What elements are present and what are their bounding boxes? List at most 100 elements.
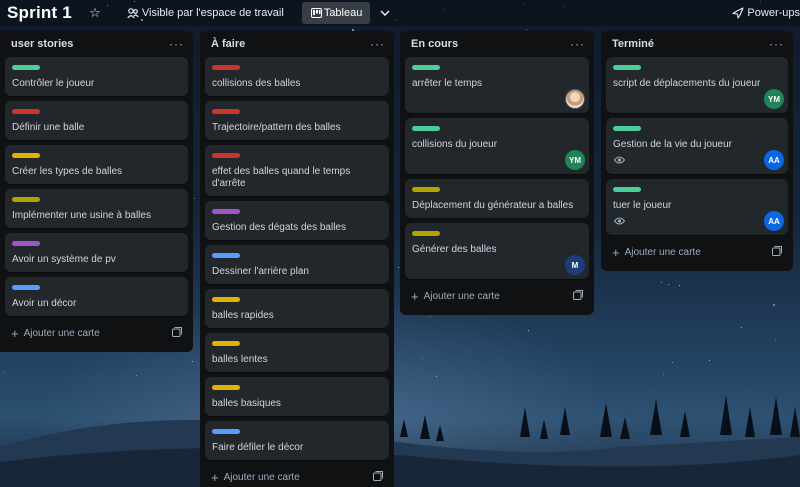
card[interactable]: Créer les types de balles — [5, 145, 188, 184]
card-label — [412, 126, 440, 131]
card-title: collisions du joueur — [412, 139, 498, 150]
card[interactable]: Dessiner l'arrière plan — [205, 245, 389, 284]
board-view-icon — [310, 2, 324, 24]
card[interactable]: collisions des balles — [205, 57, 389, 96]
add-card-row: + Ajouter une carte — [405, 283, 589, 309]
card[interactable]: Avoir un décor — [5, 277, 188, 316]
add-card-button[interactable]: + Ajouter une carte — [11, 326, 100, 341]
board-title[interactable]: Sprint 1 — [7, 3, 72, 23]
card-template-icon[interactable] — [373, 470, 383, 484]
more-options-icon[interactable]: ··· — [570, 38, 585, 50]
visibility-button[interactable]: Visible par l'espace de travail — [124, 2, 284, 24]
card[interactable]: balles basiques — [205, 377, 389, 416]
card-title: balles rapides — [212, 310, 274, 321]
card-list: script de déplacements du joueur YM Gest… — [606, 57, 788, 235]
add-card-row: + Ajouter une carte — [606, 239, 788, 265]
card[interactable]: Générer des balles M — [405, 223, 589, 279]
card[interactable]: script de déplacements du joueur YM — [606, 57, 788, 113]
card[interactable]: Trajectoire/pattern des balles — [205, 101, 389, 140]
card[interactable]: collisions du joueur YM — [405, 118, 589, 174]
list-title[interactable]: En cours — [411, 38, 458, 50]
list-header: user stories ··· — [5, 31, 188, 57]
list-header: Terminé ··· — [606, 31, 788, 57]
chevron-down-icon[interactable] — [376, 2, 394, 24]
card-label — [212, 209, 240, 214]
add-card-button[interactable]: + Ajouter une carte — [612, 245, 701, 260]
plus-icon: + — [11, 325, 19, 341]
card-title: Dessiner l'arrière plan — [212, 266, 309, 277]
avatar-photo[interactable] — [565, 89, 585, 109]
card-list: arrêter le temps collisions du joueur YM… — [405, 57, 589, 279]
card[interactable]: Gestion des dégats des balles — [205, 201, 389, 240]
list-title[interactable]: Terminé — [612, 38, 654, 50]
star-outline-icon[interactable]: ☆ — [84, 2, 106, 24]
avatar[interactable]: AA — [764, 150, 784, 170]
card-label — [412, 65, 440, 70]
card[interactable]: Contrôler le joueur — [5, 57, 188, 96]
list-title[interactable]: user stories — [11, 38, 73, 50]
card-title: Faire défiler le décor — [212, 442, 304, 453]
card-label — [412, 187, 440, 192]
card[interactable]: Gestion de la vie du joueur AA — [606, 118, 788, 174]
card-title: balles lentes — [212, 354, 268, 365]
more-options-icon[interactable]: ··· — [370, 38, 385, 50]
card-label — [212, 153, 240, 158]
card-title: Avoir un décor — [12, 298, 77, 309]
board-view-button[interactable]: Tableau — [301, 2, 371, 24]
card[interactable]: Définir une balle — [5, 101, 188, 140]
card-template-icon[interactable] — [172, 326, 182, 340]
card-title: balles basiques — [212, 398, 281, 409]
card[interactable]: balles lentes — [205, 333, 389, 372]
card-label — [12, 197, 40, 202]
card-label — [12, 153, 40, 158]
card-title: Gestion de la vie du joueur — [613, 139, 732, 150]
more-options-icon[interactable]: ··· — [769, 38, 784, 50]
avatar[interactable]: AA — [764, 211, 784, 231]
card-label — [212, 297, 240, 302]
card[interactable]: effet des balles quand le temps d'arrête — [205, 145, 389, 196]
card-label — [613, 65, 641, 70]
list-title[interactable]: À faire — [211, 38, 245, 50]
card-template-icon[interactable] — [772, 245, 782, 259]
list-user-stories: user stories ··· Contrôler le joueur Déf… — [0, 31, 193, 352]
card-label — [412, 231, 440, 236]
card-title: tuer le joueur — [613, 200, 672, 211]
board-header: Sprint 1 ☆ Visible par l'espace de trava… — [0, 0, 800, 26]
add-card-row: + Ajouter une carte — [5, 320, 188, 346]
card-template-icon[interactable] — [573, 289, 583, 303]
card-title: Générer des balles — [412, 244, 497, 255]
card[interactable]: tuer le joueur AA — [606, 179, 788, 235]
powerups-button[interactable]: Power-ups — [729, 2, 800, 24]
card-title: Implémenter une usine à balles — [12, 210, 151, 221]
card-title: effet des balles quand le temps d'arrête — [212, 166, 351, 189]
card[interactable]: Avoir un système de pv — [5, 233, 188, 272]
avatar[interactable]: M — [565, 255, 585, 275]
card-label — [212, 65, 240, 70]
rocket-icon — [729, 2, 747, 24]
card[interactable]: Implémenter une usine à balles — [5, 189, 188, 228]
add-card-button[interactable]: + Ajouter une carte — [411, 289, 500, 304]
avatar[interactable]: YM — [565, 150, 585, 170]
avatar[interactable]: YM — [764, 89, 784, 109]
card-label — [12, 285, 40, 290]
more-options-icon[interactable]: ··· — [169, 38, 184, 50]
card-title: Créer les types de balles — [12, 166, 123, 177]
card-title: Trajectoire/pattern des balles — [212, 122, 341, 133]
card-title: script de déplacements du joueur — [613, 78, 761, 89]
card-label — [212, 109, 240, 114]
card[interactable]: Faire défiler le décor — [205, 421, 389, 460]
card[interactable]: arrêter le temps — [405, 57, 589, 113]
plus-icon: + — [211, 469, 219, 485]
board-view-label: Tableau — [323, 7, 363, 19]
card-label — [212, 429, 240, 434]
list-header: À faire ··· — [205, 31, 389, 57]
card-label — [12, 109, 40, 114]
add-card-button[interactable]: + Ajouter une carte — [211, 470, 300, 485]
card[interactable]: Déplacement du générateur a balles — [405, 179, 589, 218]
card-label — [613, 187, 641, 192]
card[interactable]: balles rapides — [205, 289, 389, 328]
add-card-label: Ajouter une carte — [423, 290, 500, 302]
card-title: Gestion des dégats des balles — [212, 222, 346, 233]
card-title: Contrôler le joueur — [12, 78, 95, 89]
add-card-row: + Ajouter une carte — [205, 464, 389, 487]
